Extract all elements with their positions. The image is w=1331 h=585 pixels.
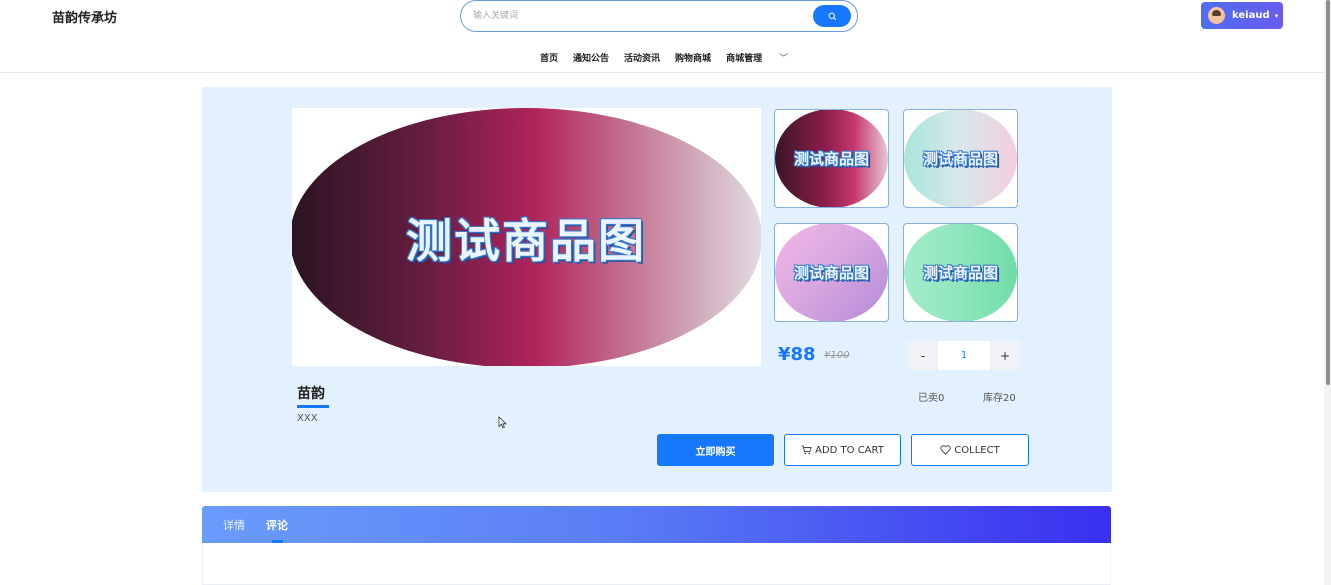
quantity-input[interactable]: 1 [938,341,990,370]
avatar [1208,7,1225,24]
user-menu-button[interactable]: keiaud ▾ [1201,2,1283,29]
product-thumbnail[interactable]: 测试商品图 [903,109,1018,208]
add-to-cart-label: ADD TO CART [815,444,884,456]
thumbnail-text: 测试商品图 [793,264,869,282]
user-name: keiaud [1232,10,1270,21]
nav-item-shop-admin[interactable]: 商城管理 ﹀ [726,51,803,64]
thumbnail-text: 测试商品图 [922,150,998,168]
product-thumbnail[interactable]: 测试商品图 [774,109,889,208]
search-input[interactable] [473,8,803,24]
search-box [460,0,858,32]
main-image-text: 测试商品图 [406,214,646,268]
cart-icon [801,445,812,455]
nav-item-shop[interactable]: 购物商城 [675,51,711,64]
product-thumbnail[interactable]: 测试商品图 [774,223,889,322]
sold-count: 已卖0 [918,393,945,404]
product-main-image[interactable]: 测试商品图 [291,107,762,367]
quantity-decrease-button[interactable]: - [908,341,938,370]
site-header: 苗韵传承坊 keiaud ▾ 首页 通知公告 活动资讯 购物商城 商城管理 ﹀ [0,0,1331,73]
product-price: ¥88 [778,344,816,365]
search-icon [828,12,836,20]
collect-button[interactable]: COLLECT [911,434,1029,466]
product-description: XXX [297,413,318,424]
tab-details[interactable]: 详情 [223,517,245,533]
product-tabs: 详情 评论 [202,506,1111,543]
site-title[interactable]: 苗韵传承坊 [52,7,117,26]
search-button[interactable] [813,5,851,27]
stock-count: 库存20 [983,393,1016,404]
product-thumbnail[interactable]: 测试商品图 [903,223,1018,322]
product-original-price: ¥100 [824,350,850,361]
product-name-underline [297,405,329,408]
main-nav: 首页 通知公告 活动资讯 购物商城 商城管理 ﹀ [540,51,818,64]
main-image-oval: 测试商品图 [292,108,761,366]
nav-item-home[interactable]: 首页 [540,51,558,64]
collect-label: COLLECT [954,444,1000,456]
scrollbar-thumb[interactable] [1326,0,1330,385]
tab-content-area [202,543,1111,585]
nav-item-shop-admin-label: 商城管理 [726,54,763,64]
heart-icon [940,445,951,455]
thumbnail-text: 测试商品图 [922,264,998,282]
thumbnail-oval: 测试商品图 [775,224,888,321]
thumbnail-oval: 测试商品图 [775,110,888,207]
buy-now-button[interactable]: 立即购买 [657,434,774,466]
quantity-increase-button[interactable]: + [990,341,1020,370]
nav-item-activities[interactable]: 活动资讯 [624,51,660,64]
tab-comments[interactable]: 评论 [266,517,288,533]
product-name: 苗韵 [297,386,325,402]
product-panel: 测试商品图 测试商品图 测试商品图 测试商品图 测试商品图 ¥88 ¥100 -… [202,87,1112,492]
mouse-cursor-icon [498,416,507,429]
chevron-down-icon: ﹀ [779,54,789,64]
quantity-stepper: - 1 + [908,341,1020,370]
chevron-down-icon: ▾ [1274,11,1279,20]
thumbnail-oval: 测试商品图 [904,110,1017,207]
nav-item-notices[interactable]: 通知公告 [573,51,609,64]
thumbnail-text: 测试商品图 [793,150,869,168]
thumbnail-oval: 测试商品图 [904,224,1017,321]
add-to-cart-button[interactable]: ADD TO CART [784,434,901,466]
